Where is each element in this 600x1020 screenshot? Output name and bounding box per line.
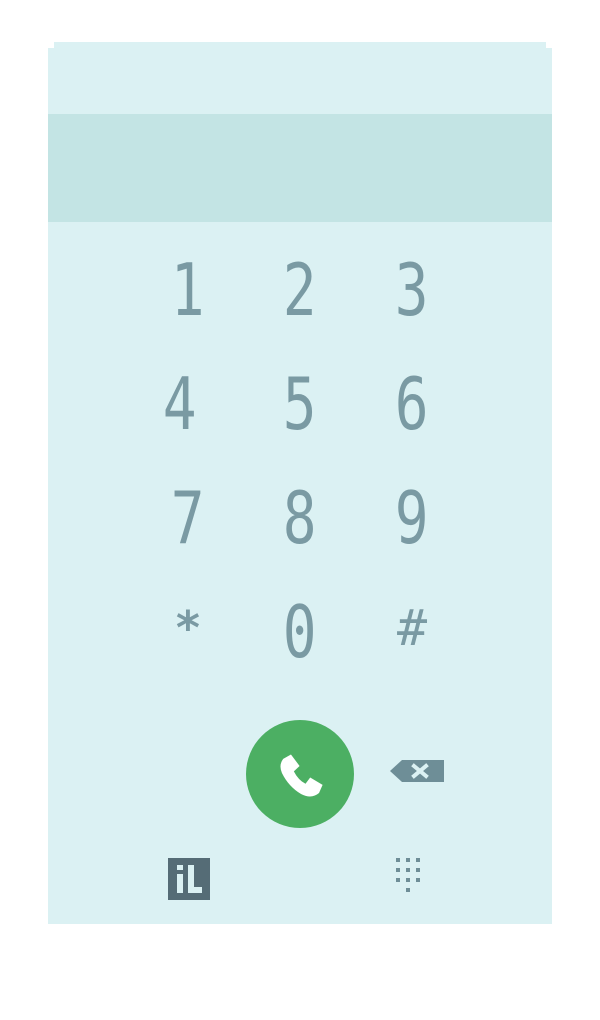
key-4-label: 4 <box>163 362 197 446</box>
key-4[interactable]: 4 <box>140 364 220 444</box>
key-8[interactable]: 8 <box>260 478 340 558</box>
dialer-screen: 1 2 3 4 5 6 7 8 9 * 0 # <box>48 48 552 924</box>
key-3[interactable]: 3 <box>372 250 452 330</box>
key-hash-label: # <box>396 599 428 657</box>
key-0[interactable]: 0 <box>260 592 340 672</box>
phone-handset-icon <box>280 754 323 797</box>
dialed-number <box>72 144 528 192</box>
key-3-label: 3 <box>395 248 429 332</box>
key-2-label: 2 <box>283 248 317 332</box>
key-5-label: 5 <box>283 362 317 446</box>
key-1[interactable]: 1 <box>148 250 228 330</box>
key-star[interactable]: * <box>148 588 228 668</box>
contacts-icon <box>168 858 210 900</box>
key-9[interactable]: 9 <box>372 478 452 558</box>
key-9-label: 9 <box>395 476 429 560</box>
key-1-label: 1 <box>171 248 205 332</box>
key-6[interactable]: 6 <box>372 364 452 444</box>
backspace-icon <box>390 760 444 782</box>
key-2[interactable]: 2 <box>260 250 340 330</box>
key-5[interactable]: 5 <box>260 364 340 444</box>
backspace-button[interactable] <box>388 752 446 790</box>
key-7-label: 7 <box>171 476 205 560</box>
key-star-label: * <box>174 601 202 655</box>
keypad-toggle-button[interactable] <box>392 854 432 902</box>
key-6-label: 6 <box>395 362 429 446</box>
number-display[interactable] <box>48 114 552 222</box>
key-hash[interactable]: # <box>372 588 452 668</box>
key-8-label: 8 <box>283 476 317 560</box>
key-0-label: 0 <box>283 590 317 674</box>
dialpad-icon <box>396 858 420 892</box>
key-7[interactable]: 7 <box>148 478 228 558</box>
contacts-button[interactable] <box>168 858 212 902</box>
call-button[interactable] <box>246 720 354 828</box>
